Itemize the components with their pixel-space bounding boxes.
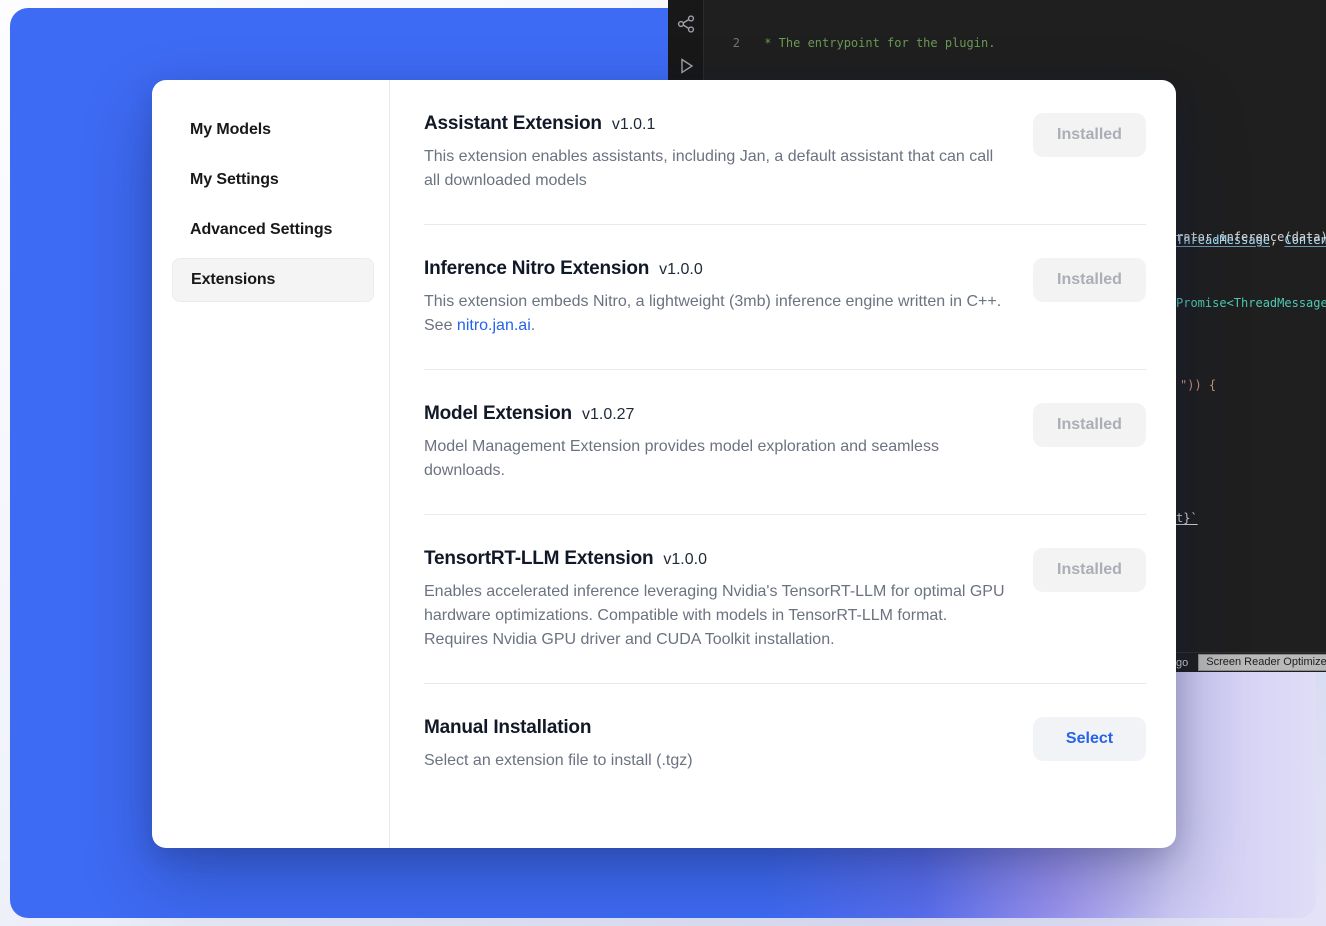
code-line: 2 * The entrypoint for the plugin. [704, 35, 1326, 51]
code-fragment: ")) { [1180, 378, 1216, 392]
description-text: This extension enables assistants, inclu… [424, 148, 993, 189]
manual-installation-title: Manual Installation [424, 717, 591, 739]
extension-title: TensortRT-LLM Extension [424, 548, 653, 570]
extension-title: Assistant Extension [424, 113, 602, 135]
extension-item-assistant: Assistant Extension v1.0.1 This extensio… [424, 80, 1146, 224]
sidebar-item-label: Extensions [191, 271, 275, 289]
extension-description: Model Management Extension provides mode… [424, 435, 1008, 483]
screen-reader-badge[interactable]: Screen Reader Optimized [1198, 654, 1326, 671]
code-fragment: t}` [1176, 511, 1198, 525]
sidebar-item-my-settings[interactable]: My Settings [172, 158, 374, 202]
extension-version: v1.0.0 [663, 551, 707, 569]
sidebar-item-my-models[interactable]: My Models [172, 108, 374, 152]
extension-text: Inference Nitro Extension v1.0.0 This ex… [424, 258, 1008, 338]
sidebar-item-label: My Models [190, 121, 271, 139]
description-text: Select an extension file to install (.tg… [424, 752, 693, 769]
sidebar-item-extensions[interactable]: Extensions [172, 258, 374, 302]
extension-version: v1.0.1 [612, 116, 656, 134]
installed-button[interactable]: Installed [1033, 403, 1146, 447]
extension-version: v1.0.27 [582, 406, 634, 424]
extension-item-nitro: Inference Nitro Extension v1.0.0 This ex… [424, 224, 1146, 369]
extension-title: Model Extension [424, 403, 572, 425]
select-file-button[interactable]: Select [1033, 717, 1146, 761]
extension-text: Manual Installation Select an extension … [424, 717, 1008, 773]
extension-item-model: Model Extension v1.0.27 Model Management… [424, 369, 1146, 514]
extension-item-tensorrt: TensortRT-LLM Extension v1.0.0 Enables a… [424, 514, 1146, 683]
description-text: . [531, 317, 535, 334]
sidebar-item-label: My Settings [190, 171, 279, 189]
extension-version: v1.0.0 [659, 261, 703, 279]
sidebar-item-advanced-settings[interactable]: Advanced Settings [172, 208, 374, 252]
installed-button[interactable]: Installed [1033, 113, 1146, 157]
installed-button[interactable]: Installed [1033, 548, 1146, 592]
line-number: 2 [704, 35, 740, 51]
code-text: * The entrypoint for the plugin. [757, 36, 995, 50]
extension-description: This extension embeds Nitro, a lightweig… [424, 290, 1008, 338]
manual-installation-description: Select an extension file to install (.tg… [424, 749, 1008, 773]
settings-modal: My Models My Settings Advanced Settings … [152, 80, 1176, 848]
extension-text: TensortRT-LLM Extension v1.0.0 Enables a… [424, 548, 1008, 652]
source-control-icon[interactable] [676, 14, 696, 34]
code-fragment: Promise<ThreadMessage> [1176, 296, 1326, 310]
extension-text: Assistant Extension v1.0.1 This extensio… [424, 113, 1008, 193]
description-text: Enables accelerated inference leveraging… [424, 583, 1005, 648]
description-text: Model Management Extension provides mode… [424, 438, 939, 479]
extension-text: Model Extension v1.0.27 Model Management… [424, 403, 1008, 483]
extension-description: Enables accelerated inference leveraging… [424, 580, 1008, 652]
extension-description: This extension enables assistants, inclu… [424, 145, 1008, 193]
sidebar-item-label: Advanced Settings [190, 221, 332, 239]
status-text: go [1176, 657, 1188, 669]
settings-sidebar: My Models My Settings Advanced Settings … [152, 80, 390, 848]
installed-button[interactable]: Installed [1033, 258, 1146, 302]
manual-installation-item: Manual Installation Select an extension … [424, 683, 1146, 804]
extension-title: Inference Nitro Extension [424, 258, 649, 280]
extensions-list: Assistant Extension v1.0.1 This extensio… [390, 80, 1176, 848]
run-icon[interactable] [676, 56, 696, 76]
code-fragment: rator.inference(data)); [1176, 230, 1326, 244]
nitro-jan-ai-link[interactable]: nitro.jan.ai [457, 317, 531, 334]
